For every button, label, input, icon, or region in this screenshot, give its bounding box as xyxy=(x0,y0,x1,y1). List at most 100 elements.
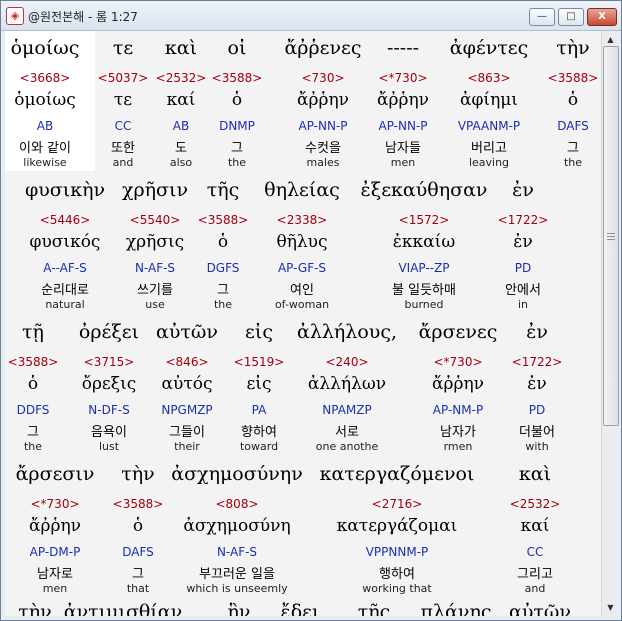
strong-word: <3588> xyxy=(197,213,249,227)
close-button[interactable]: X xyxy=(587,8,617,26)
parse-word: AB xyxy=(36,119,54,133)
korean-word: 그 xyxy=(217,283,229,298)
korean-word: 여인 xyxy=(290,283,314,298)
strong-word: <*730> xyxy=(433,355,483,369)
strong-word: <3588> xyxy=(547,71,599,85)
strong-word: <3588> xyxy=(211,71,263,85)
parse-word: N-AF-S xyxy=(216,545,258,559)
korean-word: 그 xyxy=(27,425,39,440)
korean-word: 쓰기를 xyxy=(137,283,173,298)
greek-word[interactable]: ὁμοίως xyxy=(11,37,80,59)
korean-word: 도 xyxy=(175,141,187,156)
english-word: their xyxy=(174,440,200,453)
greek-word[interactable]: πλάνης xyxy=(421,601,492,616)
minimize-button[interactable]: — xyxy=(529,8,555,26)
greek-word[interactable]: θηλείας xyxy=(264,179,340,201)
greek-word[interactable]: ἄρσεσιν xyxy=(16,463,95,485)
greek-word[interactable]: ἀσχημοσύνην xyxy=(171,463,303,485)
strong-word: <*730> xyxy=(30,497,80,511)
greek-word[interactable]: εἰς xyxy=(245,321,273,343)
parse-word: DNMP xyxy=(219,119,255,133)
lemma-word: ἀλλήλων xyxy=(307,374,387,394)
lemma-word: ἄῤῥην xyxy=(432,374,484,394)
korean-word: 남자가 xyxy=(440,425,476,440)
greek-word[interactable]: καὶ xyxy=(519,463,551,485)
greek-word[interactable]: τῆς xyxy=(207,179,240,201)
korean-word: 안에서 xyxy=(505,283,541,298)
english-word: which is unseemly xyxy=(186,582,288,595)
parse-word: AP-DM-P xyxy=(29,545,81,559)
parse-word: DDFS xyxy=(16,403,50,417)
greek-word[interactable]: τὴν xyxy=(121,463,154,485)
title-bar[interactable]: ◈ @원전본해 - 롬 1:27 — □ X xyxy=(1,1,621,31)
lemma-word: ὄρεξις xyxy=(81,374,137,394)
parse-word: AP-NN-P xyxy=(378,119,428,133)
english-word: that xyxy=(126,582,150,595)
korean-word: 행하여 xyxy=(379,567,415,582)
lemma-word: καί xyxy=(166,90,196,110)
english-word: males xyxy=(306,156,340,169)
parse-word: DGFS xyxy=(206,261,240,275)
english-word: toward xyxy=(239,440,279,453)
greek-word[interactable]: ἄῤῥενες xyxy=(284,37,361,59)
korean-word: 또한 xyxy=(111,141,135,156)
scroll-thumb[interactable] xyxy=(603,46,619,426)
greek-word[interactable]: ὀρέξει xyxy=(79,321,139,343)
english-word: lust xyxy=(98,440,120,453)
lemma-word: ὁμοίως xyxy=(14,90,76,110)
greek-word[interactable]: τῇ xyxy=(22,321,44,343)
greek-word[interactable]: ----- xyxy=(387,37,419,59)
greek-word[interactable]: ἐν xyxy=(512,179,534,201)
greek-word[interactable]: αὐτῶν xyxy=(509,601,571,616)
lemma-word: ἐν xyxy=(527,374,547,394)
greek-word[interactable]: ἐν xyxy=(526,321,548,343)
korean-word: 그 xyxy=(567,141,579,156)
maximize-button[interactable]: □ xyxy=(558,8,584,26)
vertical-scrollbar[interactable]: ▲ ▼ xyxy=(601,31,619,616)
english-word: the xyxy=(563,156,583,169)
korean-word: 이와 같이 xyxy=(19,141,71,156)
strong-word: <3588> xyxy=(7,355,59,369)
greek-word[interactable]: ἄρσενες xyxy=(419,321,498,343)
lemma-word: ὁ xyxy=(217,232,229,252)
greek-word[interactable]: ἐξεκαύθησαν xyxy=(361,179,488,201)
greek-word[interactable]: αὐτῶν xyxy=(156,321,218,343)
strong-word: <5037> xyxy=(97,71,149,85)
strong-word: <863> xyxy=(467,71,511,85)
english-word: rmen xyxy=(443,440,473,453)
english-word: the xyxy=(213,298,233,311)
greek-word[interactable]: κατεργαζόμενοι xyxy=(320,463,475,485)
greek-word[interactable]: ἀλλήλους, xyxy=(297,321,397,343)
greek-word[interactable]: ἔδει xyxy=(281,601,320,616)
strong-word: <2338> xyxy=(276,213,328,227)
greek-word[interactable]: ἀντιμισθίαν xyxy=(64,601,182,616)
lemma-word: χρῆσις xyxy=(125,232,185,252)
scroll-down-arrow-icon[interactable]: ▼ xyxy=(602,599,619,616)
parse-word: CC xyxy=(114,119,132,133)
english-word: natural xyxy=(45,298,85,311)
greek-word[interactable]: τῆς xyxy=(358,601,391,616)
lemma-word: αὐτός xyxy=(161,374,213,394)
greek-word[interactable]: τε xyxy=(113,37,133,59)
greek-word[interactable]: ἀφέντες xyxy=(450,37,529,59)
greek-word[interactable]: ἣν xyxy=(228,601,251,616)
app-icon[interactable]: ◈ xyxy=(6,7,24,25)
greek-word[interactable]: οἱ xyxy=(228,37,247,59)
english-word: and xyxy=(112,156,134,169)
strong-word: <*730> xyxy=(378,71,428,85)
greek-word[interactable]: φυσικὴν xyxy=(25,179,105,201)
greek-word[interactable]: καὶ xyxy=(165,37,197,59)
parse-word: NPGMZP xyxy=(161,403,213,417)
strong-word: <846> xyxy=(165,355,209,369)
lemma-word: ἄῤῥην xyxy=(29,516,81,536)
english-word: likewise xyxy=(23,156,67,169)
strong-word: <5446> xyxy=(39,213,91,227)
english-word: with xyxy=(525,440,549,453)
korean-word: 그들이 xyxy=(169,425,205,440)
parse-word: VPPNNM-P xyxy=(365,545,429,559)
english-word: working that xyxy=(362,582,432,595)
greek-word[interactable]: τὴν xyxy=(556,37,589,59)
strong-word: <3715> xyxy=(83,355,135,369)
greek-word[interactable]: τὴν xyxy=(18,601,51,616)
greek-word[interactable]: χρῆσιν xyxy=(122,179,188,201)
